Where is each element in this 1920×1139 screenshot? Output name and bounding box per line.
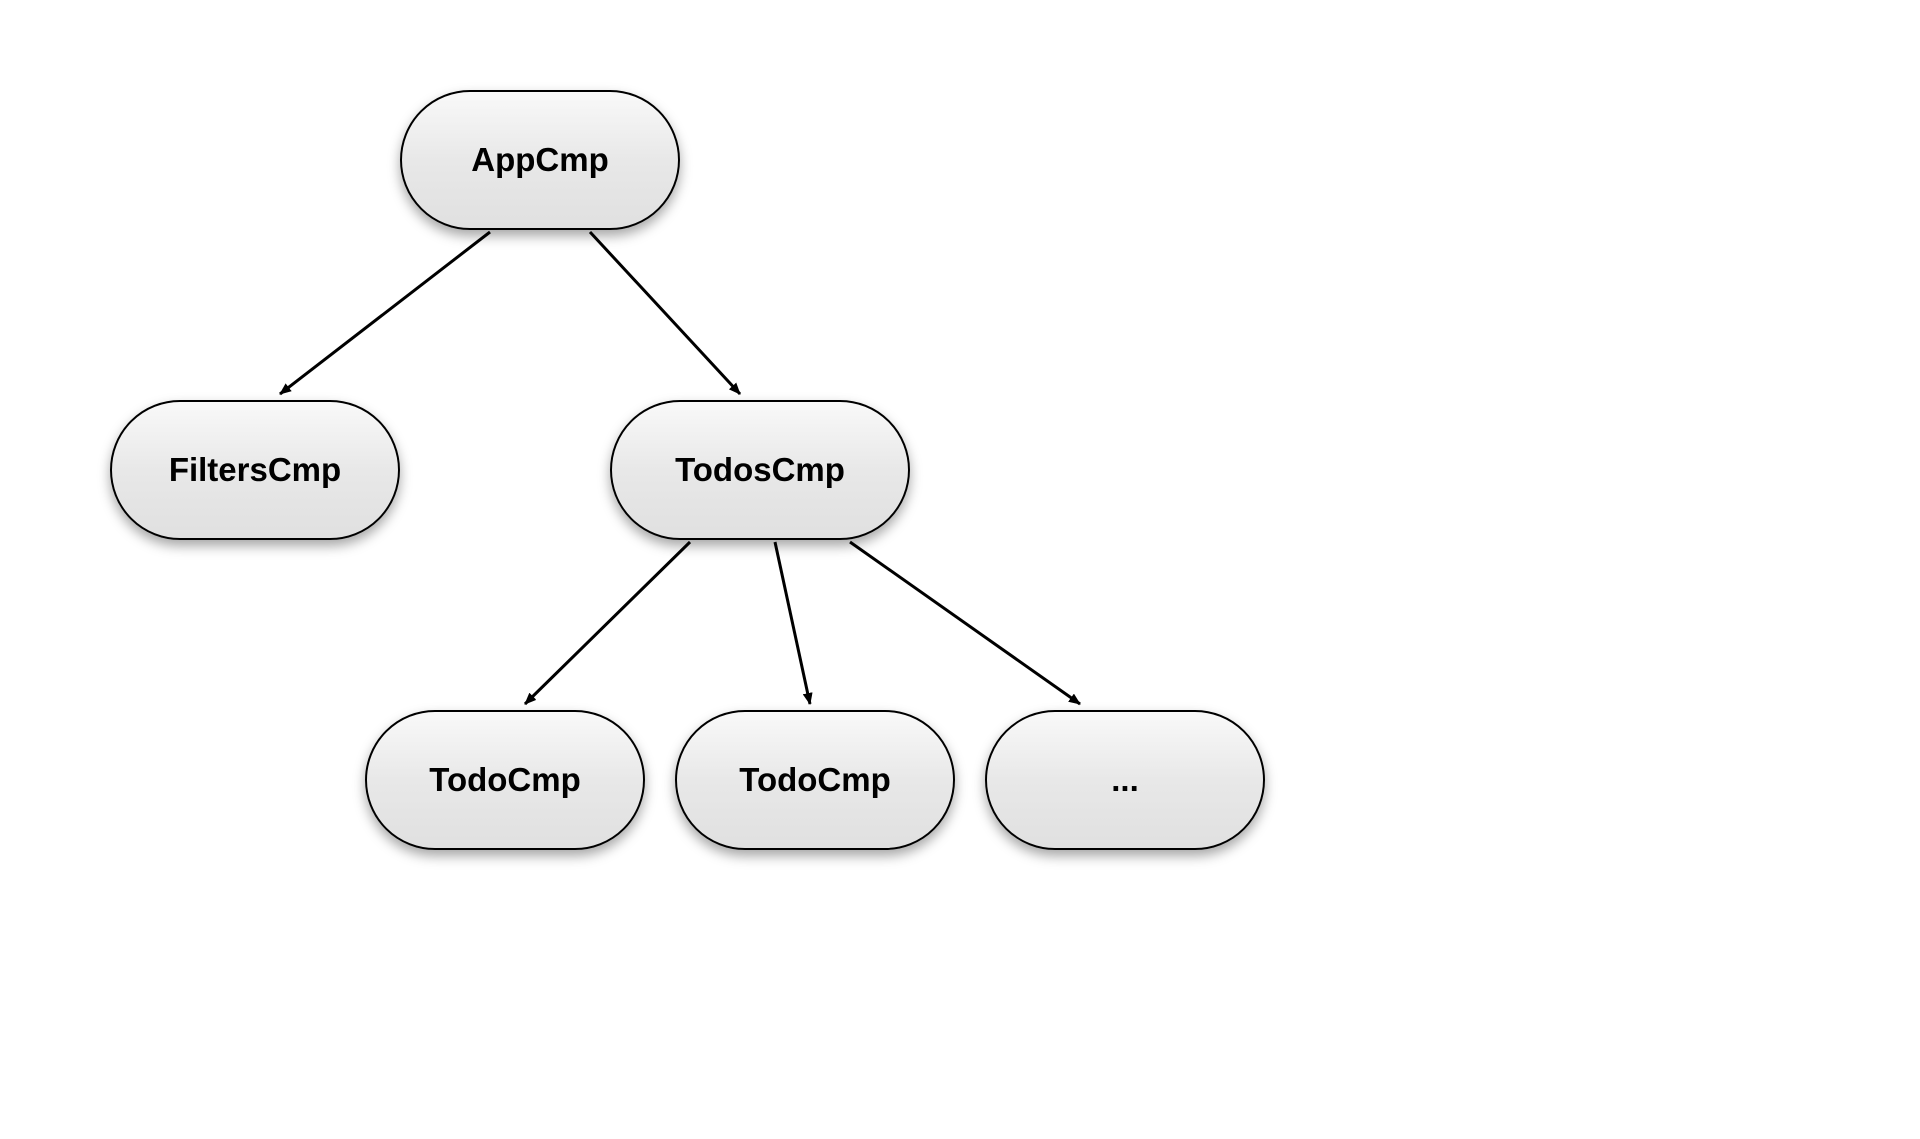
edge-right-leaf3 bbox=[850, 542, 1080, 704]
node-filters-cmp: FiltersCmp bbox=[110, 400, 400, 540]
node-todos-cmp: TodosCmp bbox=[610, 400, 910, 540]
node-label: FiltersCmp bbox=[169, 451, 341, 489]
node-ellipsis: ... bbox=[985, 710, 1265, 850]
node-todo-cmp-1: TodoCmp bbox=[365, 710, 645, 850]
node-todo-cmp-2: TodoCmp bbox=[675, 710, 955, 850]
node-label: TodoCmp bbox=[429, 761, 581, 799]
edge-right-leaf2 bbox=[775, 542, 810, 704]
component-tree-diagram: AppCmp FiltersCmp TodosCmp TodoCmp TodoC… bbox=[20, 50, 1500, 950]
node-label: ... bbox=[1111, 761, 1139, 799]
node-app-cmp: AppCmp bbox=[400, 90, 680, 230]
node-label: AppCmp bbox=[471, 141, 608, 179]
node-label: TodoCmp bbox=[739, 761, 891, 799]
edge-right-leaf1 bbox=[525, 542, 690, 704]
edge-root-left bbox=[280, 232, 490, 394]
edge-root-right bbox=[590, 232, 740, 394]
node-label: TodosCmp bbox=[675, 451, 845, 489]
